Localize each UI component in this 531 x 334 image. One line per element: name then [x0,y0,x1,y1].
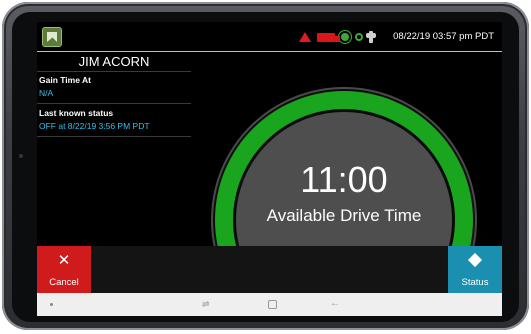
status-label: Status [461,277,489,288]
plug-icon [366,31,376,43]
nav-dot-icon [50,303,53,306]
direction-icon [467,252,483,268]
divider [37,71,191,72]
truck-icon[interactable] [317,32,340,42]
close-icon: ✕ [57,252,71,269]
recent-apps-icon[interactable]: ⇌ [202,299,210,310]
divider [37,136,191,137]
home-icon[interactable] [268,300,277,309]
warning-icon[interactable] [299,32,311,42]
gain-time-label: Gain Time At [39,75,91,85]
status-divider [37,51,502,52]
last-status-label: Last known status [39,108,114,118]
driver-name: JIM ACORN [78,54,150,69]
android-nav-bar: ⇌ ← [37,293,502,316]
gain-time-value: N/A [39,88,54,98]
back-icon[interactable]: ← [330,298,340,309]
app-screen: 08/22/19 03:57 pm PDT JIM ACORN Gain Tim… [37,22,502,316]
camera-icon [19,154,23,158]
app-logo-icon[interactable] [42,27,62,47]
divider [37,103,191,104]
status-bar: 08/22/19 03:57 pm PDT [37,22,502,52]
cancel-label: Cancel [49,277,79,288]
status-icons [299,30,376,44]
sync-icon [355,33,363,41]
status-button[interactable]: Status [448,246,502,293]
status-datetime: 08/22/19 03:57 pm PDT [393,31,494,42]
available-drive-time-label: Available Drive Time [266,206,422,225]
action-bar [37,246,502,293]
gps-icon [341,33,349,41]
last-status-value: OFF at 8/22/19 3:56 PM PDT [39,121,150,131]
available-drive-time-value: 11:00 [300,159,388,200]
cancel-button[interactable]: ✕ Cancel [37,246,91,293]
